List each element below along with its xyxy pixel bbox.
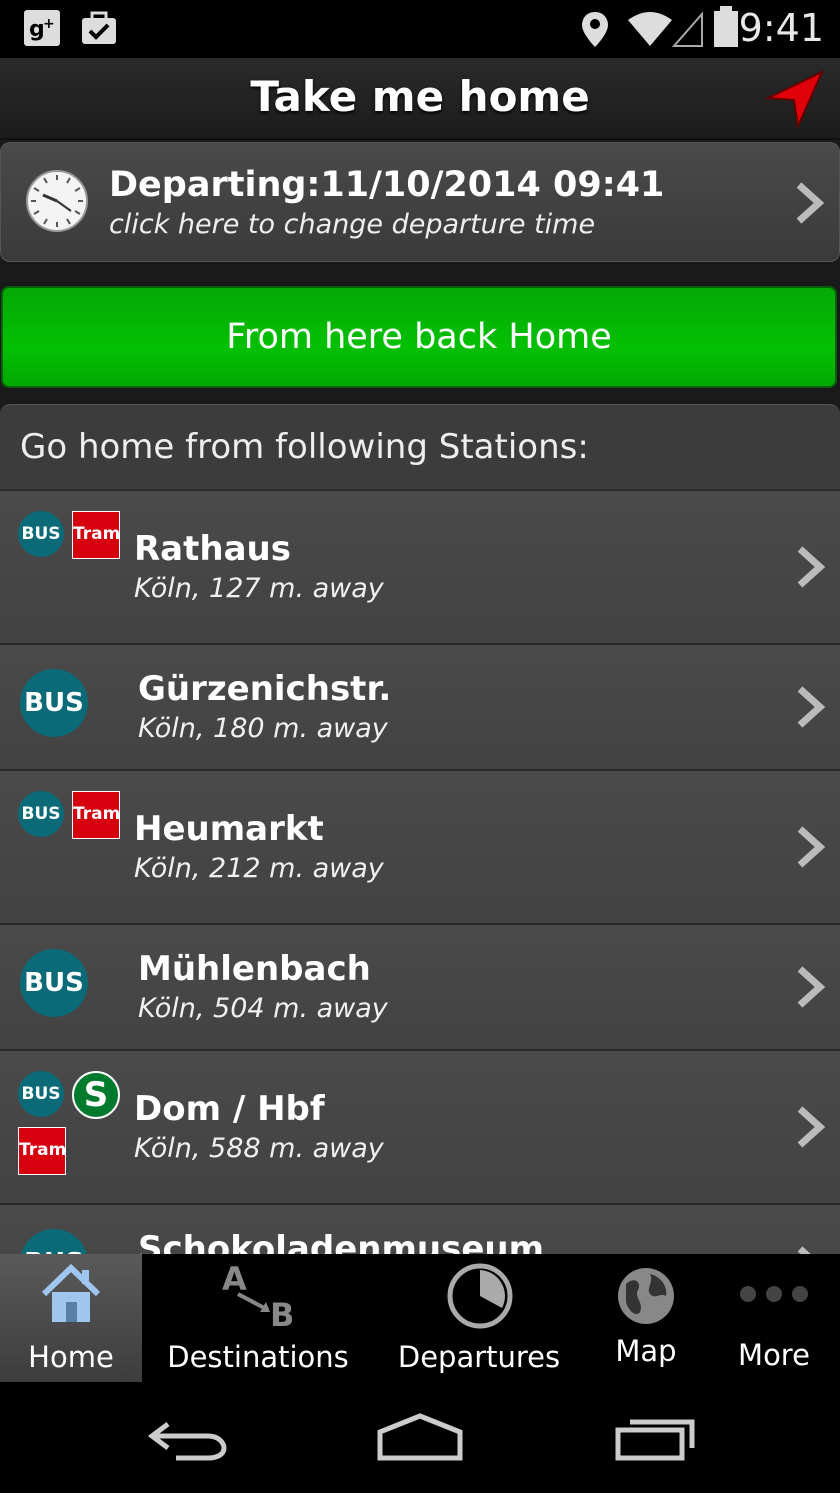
location-pin-icon [582, 12, 608, 47]
svg-text:A: A [222, 1260, 247, 1298]
station-row-dom-hbf[interactable]: BUS S Tram Dom / Hbf Köln, 588 m. away [0, 1049, 840, 1203]
station-distance: Köln, 180 m. away [138, 713, 388, 744]
station-row-guerzenichstr[interactable]: BUS Gürzenichstr. Köln, 180 m. away [0, 643, 840, 769]
chevron-right-icon [797, 686, 826, 728]
tab-label: Map [615, 1334, 677, 1368]
station-distance: Köln, 588 m. away [134, 1133, 384, 1164]
tab-more[interactable]: More [708, 1254, 840, 1382]
tab-map[interactable]: Map [584, 1254, 708, 1382]
station-row-schokoladenmuseum[interactable]: BUS Schokoladenmuseum [0, 1203, 840, 1254]
system-nav-bar [0, 1382, 840, 1493]
tab-label: Home [28, 1340, 114, 1374]
content-area: Departing:11/10/2014 09:41 click here to… [0, 140, 840, 1254]
chevron-right-icon [796, 182, 825, 224]
station-row-muehlenbach[interactable]: BUS Mühlenbach Köln, 504 m. away [0, 923, 840, 1049]
bottom-tab-bar: Home A B Destinations Departures Map Mor… [0, 1254, 840, 1382]
globe-icon [618, 1268, 674, 1324]
tab-label: Departures [397, 1340, 561, 1374]
station-row-heumarkt[interactable]: BUS Tram Heumarkt Köln, 212 m. away [0, 769, 840, 923]
tab-home[interactable]: Home [0, 1254, 142, 1382]
chevron-right-icon [797, 826, 826, 868]
app-bar: Take me home [0, 58, 840, 140]
recents-icon[interactable] [614, 1416, 698, 1462]
tab-label: Destinations [167, 1340, 349, 1374]
bus-badge-icon: BUS [18, 1071, 64, 1117]
svg-text:B: B [270, 1296, 294, 1332]
station-name: Schokoladenmuseum [138, 1229, 545, 1254]
station-name: Gürzenichstr. [138, 669, 392, 709]
clock-time: 9:41 [738, 6, 824, 50]
station-name: Dom / Hbf [134, 1089, 325, 1129]
chevron-right-icon [797, 546, 826, 588]
bus-badge-icon: BUS [18, 511, 64, 557]
departure-title: Departing:11/10/2014 09:41 [109, 165, 665, 205]
shopping-bag-check-icon [82, 11, 116, 44]
back-icon[interactable] [146, 1416, 228, 1462]
chevron-right-icon [797, 1106, 826, 1148]
house-icon [41, 1264, 101, 1322]
chevron-right-icon [797, 1246, 811, 1254]
tram-badge-icon: Tram [18, 1127, 66, 1175]
stations-header: Go home from following Stations: [20, 427, 589, 467]
departure-hint: click here to change departure time [109, 209, 596, 240]
station-distance: Köln, 212 m. away [134, 853, 384, 884]
station-name: Heumarkt [134, 809, 324, 849]
pie-clock-icon [447, 1263, 513, 1329]
dots-icon [740, 1286, 808, 1302]
clock-icon [26, 170, 88, 232]
bus-badge-icon: BUS [20, 669, 88, 737]
wifi-signal-icon [628, 11, 703, 47]
bus-badge-icon: BUS [20, 949, 88, 1017]
station-distance: Köln, 127 m. away [134, 573, 384, 604]
battery-icon [714, 6, 738, 47]
page-title: Take me home [250, 72, 590, 121]
tram-badge-icon: Tram [72, 511, 120, 559]
departure-time-card[interactable]: Departing:11/10/2014 09:41 click here to… [0, 142, 840, 262]
locate-arrow-icon[interactable] [764, 68, 826, 130]
station-distance: Köln, 504 m. away [138, 993, 388, 1024]
tab-destinations[interactable]: A B Destinations [142, 1254, 374, 1382]
station-row-rathaus[interactable]: BUS Tram Rathaus Köln, 127 m. away [0, 489, 840, 643]
google-plus-icon: g + [24, 10, 60, 46]
home-nav-icon[interactable] [376, 1412, 464, 1462]
bus-badge-icon: BUS [20, 1229, 88, 1254]
svg-text:+: + [43, 16, 55, 32]
tab-departures[interactable]: Departures [374, 1254, 584, 1382]
from-here-home-button[interactable]: From here back Home [1, 286, 837, 388]
tab-label: More [738, 1338, 810, 1372]
stations-list: Go home from following Stations: BUS Tra… [0, 404, 840, 1254]
tram-badge-icon: Tram [72, 791, 120, 839]
chevron-right-icon [797, 966, 826, 1008]
status-bar: g + 9:41 [0, 0, 840, 58]
station-name: Rathaus [134, 529, 291, 569]
bus-badge-icon: BUS [18, 791, 64, 837]
station-name: Mühlenbach [138, 949, 371, 989]
a-to-b-icon: A B [222, 1260, 294, 1332]
s-bahn-badge-icon: S [72, 1071, 120, 1119]
